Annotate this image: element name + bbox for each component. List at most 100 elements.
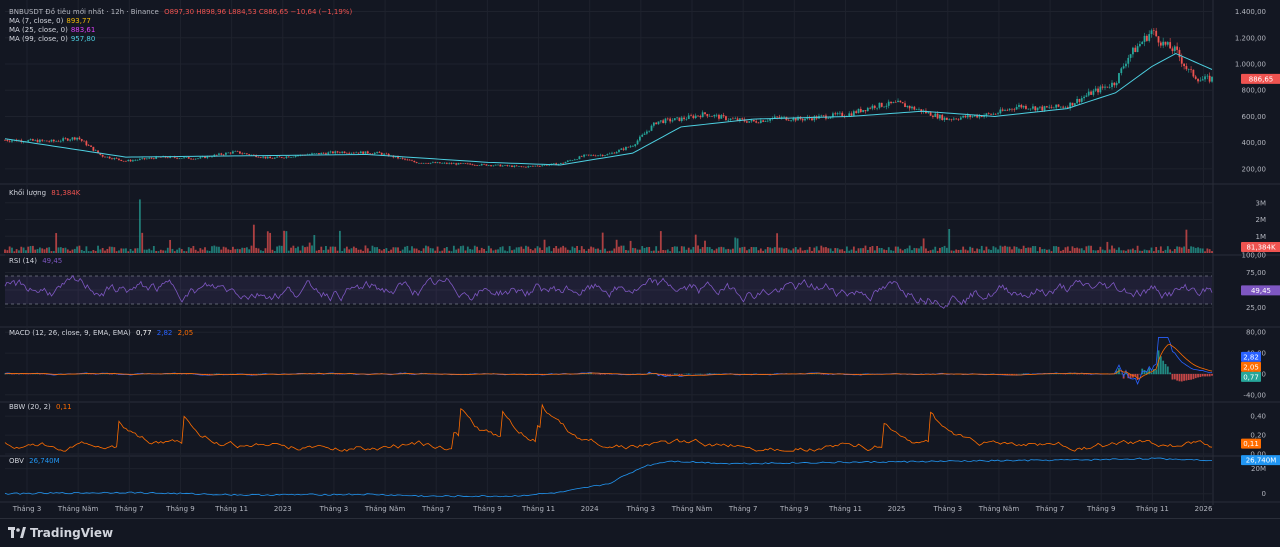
price-candle bbox=[502, 166, 504, 167]
volume-bar bbox=[1053, 246, 1055, 253]
price-candle bbox=[497, 165, 499, 166]
macd-histogram-bar bbox=[676, 374, 678, 375]
volume-bar bbox=[99, 249, 101, 253]
price-candle bbox=[992, 114, 994, 115]
price-candle bbox=[276, 157, 278, 158]
volume-bar bbox=[60, 247, 62, 253]
volume-bar bbox=[679, 251, 681, 253]
macd-value-3: 2,05 bbox=[178, 329, 194, 337]
price-candle bbox=[604, 155, 606, 156]
volume-bar bbox=[504, 250, 506, 253]
volume-bar bbox=[839, 249, 841, 253]
volume-bar bbox=[930, 250, 932, 253]
volume-bar bbox=[79, 246, 81, 253]
volume-bar bbox=[918, 248, 920, 253]
price-candle bbox=[1099, 87, 1101, 93]
price-candle bbox=[72, 137, 74, 139]
macd-histogram-bar bbox=[1181, 374, 1183, 382]
macd-histogram-bar bbox=[1179, 374, 1181, 381]
volume-bar bbox=[553, 248, 555, 253]
obv-label: OBV bbox=[9, 457, 24, 465]
volume-bar bbox=[195, 250, 197, 253]
macd-histogram-bar bbox=[1211, 374, 1213, 376]
price-candle bbox=[134, 160, 136, 161]
macd-last-label-1: 0,77 bbox=[1243, 373, 1259, 381]
price-candle bbox=[127, 160, 129, 161]
volume-bar bbox=[258, 248, 260, 253]
volume-bar bbox=[1018, 249, 1020, 253]
volume-bar bbox=[376, 247, 378, 253]
volume-bar bbox=[599, 250, 601, 253]
price-candle bbox=[804, 119, 806, 121]
volume-bar bbox=[597, 249, 599, 253]
price-candle bbox=[1158, 36, 1160, 42]
volume-bar bbox=[109, 247, 111, 253]
volume-bar bbox=[239, 249, 241, 253]
macd-histogram-bar bbox=[686, 374, 688, 375]
price-candle bbox=[637, 141, 639, 145]
volume-bar bbox=[265, 248, 267, 253]
volume-bar bbox=[1174, 249, 1176, 253]
volume-bar bbox=[562, 246, 564, 253]
price-candle bbox=[602, 155, 604, 156]
price-candle bbox=[776, 117, 778, 118]
price-candle bbox=[79, 138, 81, 139]
macd-last-label-3: 2,05 bbox=[1243, 363, 1259, 371]
volume-bar bbox=[469, 249, 471, 253]
volume-bar bbox=[1183, 246, 1185, 253]
macd-histogram-bar bbox=[1120, 374, 1122, 375]
volume-bar bbox=[869, 247, 871, 253]
volume-bar bbox=[532, 250, 534, 253]
price-candle bbox=[1148, 34, 1150, 41]
volume-bar bbox=[723, 247, 725, 253]
volume-bar bbox=[1025, 248, 1027, 253]
volume-bar bbox=[241, 248, 243, 253]
volume-bar bbox=[425, 246, 427, 253]
volume-bar bbox=[113, 247, 115, 253]
rsi-legend: RSI (14) 49,45 bbox=[9, 257, 62, 265]
volume-bar bbox=[474, 246, 476, 253]
volume-bar bbox=[251, 246, 253, 253]
price-candle bbox=[495, 165, 497, 166]
rsi-value: 49,45 bbox=[42, 257, 62, 265]
price-candle bbox=[820, 116, 822, 117]
price-candle bbox=[569, 160, 571, 161]
volume-bar bbox=[1076, 248, 1078, 253]
price-candle bbox=[416, 162, 418, 163]
volume-bar bbox=[118, 250, 120, 253]
volume-bar bbox=[616, 240, 618, 253]
volume-bar bbox=[1125, 251, 1127, 253]
price-candle bbox=[1079, 99, 1081, 102]
tradingview-logo-icon bbox=[8, 527, 26, 539]
price-candle bbox=[362, 152, 364, 154]
macd-histogram-bar bbox=[1176, 374, 1178, 381]
chart-canvas[interactable]: Tháng 3Tháng NămTháng 7Tháng 9Tháng 1120… bbox=[0, 0, 1280, 518]
price-candle bbox=[995, 114, 997, 115]
volume-bar bbox=[713, 250, 715, 253]
price-candle bbox=[727, 120, 729, 121]
price-candle bbox=[904, 103, 906, 107]
price-candle bbox=[425, 163, 427, 164]
price-candle bbox=[1086, 95, 1088, 96]
price-candle bbox=[1083, 97, 1085, 98]
volume-bar bbox=[90, 251, 92, 253]
price-candle bbox=[181, 158, 183, 159]
volume-bar bbox=[1004, 246, 1006, 253]
price-candle bbox=[237, 151, 239, 152]
volume-bar bbox=[1181, 248, 1183, 253]
volume-bar bbox=[720, 247, 722, 253]
volume-bar bbox=[1013, 246, 1015, 253]
price-candle bbox=[625, 147, 627, 150]
volume-bar bbox=[1016, 247, 1018, 253]
price-legend: BNBUSDT Đồ tiêu mới nhất · 12h · Binance… bbox=[9, 8, 352, 44]
volume-bar bbox=[702, 247, 704, 253]
price-candle bbox=[323, 153, 325, 154]
volume-bar bbox=[967, 250, 969, 253]
macd-histogram-bar bbox=[1151, 373, 1153, 375]
volume-bar bbox=[506, 251, 508, 253]
price-candle bbox=[1176, 46, 1178, 49]
price-candle bbox=[1095, 89, 1097, 91]
volume-bar bbox=[758, 250, 760, 253]
volume-bar bbox=[369, 251, 371, 253]
volume-bar bbox=[965, 250, 967, 253]
